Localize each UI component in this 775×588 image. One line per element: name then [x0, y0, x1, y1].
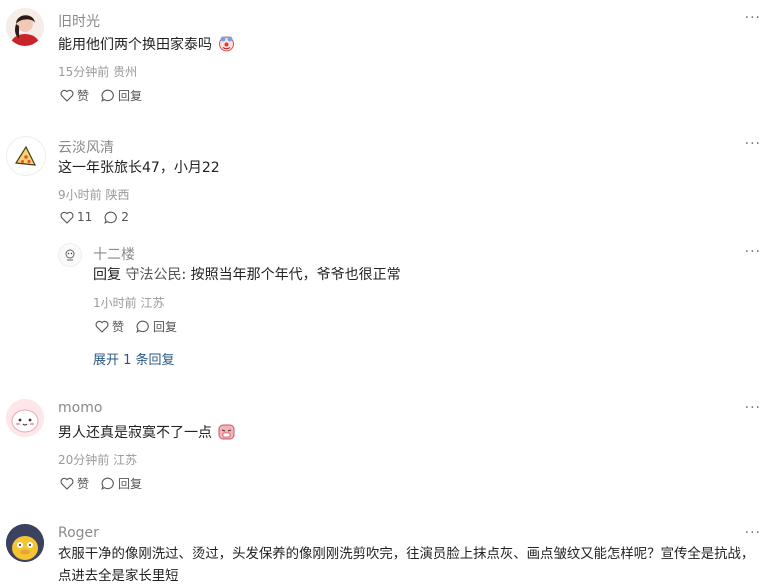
comment-text-content: 男人还真是寂寞不了一点: [58, 425, 212, 441]
avatar-image: [6, 399, 44, 437]
reply-button[interactable]: 2: [104, 210, 129, 224]
username[interactable]: Roger: [58, 525, 99, 541]
comment-bubble-icon: [101, 477, 114, 490]
reply-label: 回复: [118, 89, 143, 103]
reply-button[interactable]: 回复: [101, 475, 142, 492]
comment-actions: 11 2: [60, 210, 141, 224]
avatar-image: [6, 8, 44, 46]
expand-replies-link[interactable]: 展开 1 条回复: [93, 349, 175, 368]
like-button[interactable]: 赞: [95, 318, 124, 335]
reply-text-content: : 按照当年那个年代，爷爷也很正常: [181, 267, 401, 283]
like-label: 赞: [77, 477, 90, 491]
comment-meta: 1小时前 江苏: [93, 294, 164, 311]
avatar-image: [65, 249, 75, 261]
avatar[interactable]: [58, 243, 82, 267]
heart-icon: [60, 89, 74, 102]
comment-location: 陕西: [105, 188, 130, 202]
username[interactable]: momo: [58, 400, 102, 416]
reply-prefix: 回复: [93, 267, 121, 283]
comment-actions: 赞 回复: [60, 87, 154, 104]
more-options-icon[interactable]: ···: [745, 244, 761, 260]
comment-text-content: 能用他们两个换田家泰吗: [58, 37, 212, 53]
heart-icon: [60, 477, 74, 490]
reply-count: 2: [121, 210, 129, 224]
avatar-image: [6, 524, 44, 562]
comment-bubble-icon: [104, 211, 118, 224]
reply-button[interactable]: 回复: [136, 318, 177, 335]
heart-icon: [95, 320, 109, 333]
like-count: 11: [77, 210, 93, 224]
comment-location: 江苏: [140, 296, 165, 310]
username[interactable]: 旧时光: [58, 11, 100, 31]
comment-actions: 赞 回复: [95, 318, 189, 335]
like-label: 赞: [77, 89, 90, 103]
reply-label: 回复: [153, 320, 178, 334]
sad-face-emoji-icon: [218, 424, 235, 440]
reply-text: 回复 守法公民: 按照当年那个年代，爷爷也很正常: [93, 264, 401, 286]
comment-time: 9小时前: [58, 188, 102, 202]
avatar[interactable]: [6, 136, 46, 176]
username[interactable]: 云淡风清: [58, 137, 114, 157]
more-options-icon[interactable]: ···: [745, 400, 761, 416]
comment-time: 15分钟前: [58, 65, 110, 79]
pizza-slice-icon: [14, 145, 37, 166]
clown-emoji-icon: [219, 36, 235, 52]
like-button[interactable]: 11: [60, 210, 92, 224]
heart-icon: [60, 211, 74, 224]
comment-meta: 20分钟前 江苏: [58, 451, 137, 468]
comment-location: 贵州: [113, 65, 138, 79]
comment-text: 这一年张旅长47，小月22: [58, 160, 220, 176]
comment-time: 1小时前: [93, 296, 137, 310]
comment-text: 能用他们两个换田家泰吗: [58, 34, 235, 56]
comment-meta: 15分钟前 贵州: [58, 63, 137, 80]
like-button[interactable]: 赞: [60, 87, 89, 104]
like-button[interactable]: 赞: [60, 475, 89, 492]
username[interactable]: 十二楼: [93, 244, 135, 264]
avatar[interactable]: [6, 8, 44, 46]
comment-meta: 9小时前 陕西: [58, 186, 129, 203]
comment-actions: 赞 回复: [60, 475, 154, 492]
comment-text: 男人还真是寂寞不了一点: [58, 422, 235, 444]
more-options-icon[interactable]: ···: [745, 136, 761, 152]
reply-label: 回复: [118, 477, 143, 491]
comment-bubble-icon: [136, 320, 149, 333]
reply-target-user[interactable]: 守法公民: [125, 267, 181, 283]
like-label: 赞: [112, 320, 125, 334]
more-options-icon[interactable]: ···: [745, 525, 761, 541]
avatar[interactable]: [6, 399, 44, 437]
comment-bubble-icon: [101, 89, 114, 102]
comment-text: 衣服干净的像刚洗过、烫过，头发保养的像刚刚洗剪吹完，往演员脸上抹点灰、画点皱纹又…: [58, 547, 755, 584]
comment-location: 江苏: [113, 453, 138, 467]
comment-time: 20分钟前: [58, 453, 110, 467]
more-options-icon[interactable]: ···: [745, 10, 761, 26]
avatar[interactable]: [6, 524, 44, 562]
reply-button[interactable]: 回复: [101, 87, 142, 104]
